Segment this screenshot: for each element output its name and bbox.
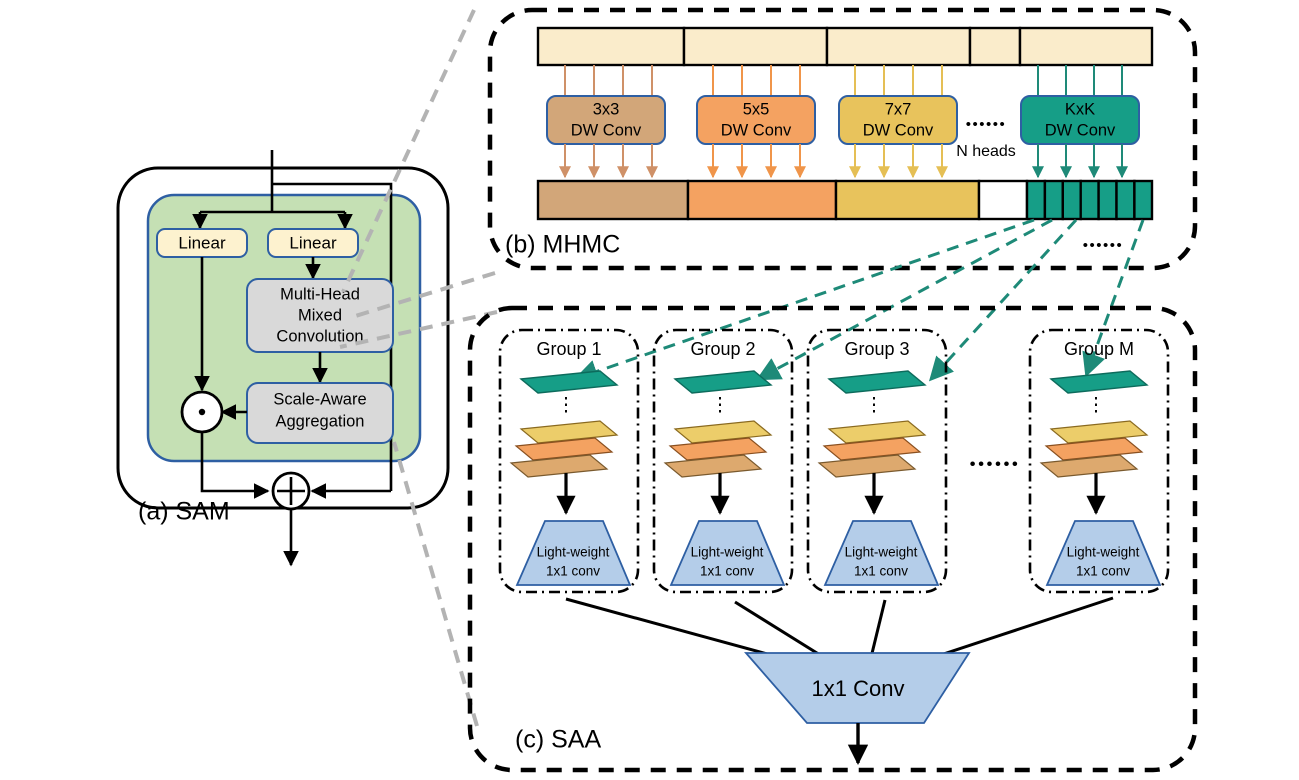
sam-saa-label-line2: Aggregation bbox=[276, 412, 365, 430]
group-2-vertical-dots: ⋮ bbox=[711, 395, 730, 416]
teal-connector-group3 bbox=[928, 218, 1078, 382]
group-2-orange-feature-map bbox=[668, 437, 768, 461]
group-2-conv-line1: Light-weight bbox=[691, 545, 764, 560]
mhmc-head-4[interactable]: KxK DW Conv bbox=[1020, 95, 1140, 145]
head-2-kernel: 5x5 bbox=[743, 100, 770, 118]
output-seg-teal-cell-2 bbox=[1043, 179, 1065, 221]
group-m-conv-line1: Light-weight bbox=[1067, 545, 1140, 560]
input-seg-5 bbox=[1018, 26, 1154, 67]
group-3-orange-feature-map bbox=[822, 437, 922, 461]
group-3-vertical-dots: ⋮ bbox=[865, 395, 884, 416]
group-m-orange-feature-map bbox=[1044, 437, 1144, 461]
group-1-conv-line2: 1x1 conv bbox=[546, 564, 600, 579]
group-3-yellow-feature-map bbox=[827, 420, 927, 444]
group-3-conv-line1: Light-weight bbox=[845, 545, 918, 560]
head-1-kernel: 3x3 bbox=[593, 100, 620, 118]
panel-c-label: (c) SAA bbox=[515, 726, 601, 754]
head-3-kernel: 7x7 bbox=[885, 100, 912, 118]
head-4-op: DW Conv bbox=[1045, 121, 1116, 139]
group-2-title: Group 2 bbox=[690, 339, 755, 359]
sam-mhmc-label-line3: Convolution bbox=[276, 327, 363, 345]
multiply-dot-icon bbox=[198, 408, 206, 416]
mhmc-head-1[interactable]: 3x3 DW Conv bbox=[546, 95, 666, 145]
group-2-tan-feature-map bbox=[663, 454, 763, 478]
mhmc-feed-lines-head2 bbox=[712, 65, 801, 97]
panel-a-label: (a) SAM bbox=[138, 498, 230, 526]
group-m-title: Group M bbox=[1064, 339, 1134, 359]
sam-saa-label-line1: Scale-Aware bbox=[273, 390, 366, 408]
saa-final-conv-label: 1x1 Conv bbox=[812, 676, 905, 701]
group-1-orange-feature-map bbox=[514, 437, 614, 461]
saa-group-1: Group 1 ⋮ Light-weight 1x1 conv bbox=[498, 328, 640, 594]
panel-b-label: (b) MHMC bbox=[505, 231, 620, 259]
input-seg-2 bbox=[682, 26, 829, 67]
output-seg-teal-cell-1 bbox=[1025, 179, 1047, 221]
mhmc-feed-lines-head1 bbox=[564, 65, 653, 97]
sam-mhmc-label-line1: Multi-Head bbox=[280, 285, 360, 303]
output-seg-orange bbox=[686, 179, 838, 221]
saa-group-3: Group 3 ⋮ Light-weight 1x1 conv bbox=[806, 328, 948, 594]
group-m-yellow-feature-map bbox=[1049, 420, 1149, 444]
mhmc-out-lines-head4 bbox=[1032, 144, 1128, 179]
mhmc-heads-ellipsis: •••••• bbox=[966, 116, 1007, 133]
saa-group-m: Group M ⋮ Light-weight 1x1 conv bbox=[1028, 328, 1170, 594]
output-seg-teal-cell-7 bbox=[1133, 179, 1154, 221]
output-seg-yellow bbox=[834, 179, 981, 221]
output-seg-empty bbox=[977, 179, 1029, 221]
group-2-yellow-feature-map bbox=[673, 420, 773, 444]
group-3-tan-feature-map bbox=[817, 454, 917, 478]
output-seg-teal-cell-3 bbox=[1061, 179, 1082, 221]
output-seg-tan bbox=[536, 179, 690, 221]
mhmc-input-bar bbox=[536, 26, 1154, 67]
output-seg-teal-cell-5 bbox=[1097, 179, 1118, 221]
group-3-conv-line2: 1x1 conv bbox=[854, 564, 908, 579]
mhmc-feed-lines-head4 bbox=[1037, 65, 1123, 97]
group-m-conv-line2: 1x1 conv bbox=[1076, 564, 1130, 579]
panel-b-mhmc: 3x3 DW Conv 5x5 DW Conv 7x7 DW Conv KxK … bbox=[487, 7, 1198, 271]
group-1-conv-line1: Light-weight bbox=[537, 545, 610, 560]
saa-group-ellipsis: •••••• bbox=[970, 454, 1021, 473]
head-3-op: DW Conv bbox=[863, 121, 934, 139]
architecture-diagram: Linear Linear Multi-Head Mixed Convoluti… bbox=[116, 7, 1198, 773]
group-2-teal-feature-map bbox=[673, 370, 773, 394]
input-seg-1 bbox=[536, 26, 686, 67]
input-seg-3 bbox=[825, 26, 972, 67]
panel-c-saa: Group 1 ⋮ Light-weight 1x1 conv Group 2 … bbox=[467, 305, 1198, 773]
head-2-op: DW Conv bbox=[721, 121, 792, 139]
saa-group-2: Group 2 ⋮ Light-weight 1x1 conv bbox=[652, 328, 794, 594]
linear-left-label: Linear bbox=[178, 233, 226, 252]
mhmc-n-heads-label: N heads bbox=[956, 143, 1016, 160]
group-m-vertical-dots: ⋮ bbox=[1087, 395, 1106, 416]
group-m-teal-feature-map bbox=[1049, 370, 1149, 394]
group-1-teal-feature-map bbox=[519, 370, 619, 394]
mhmc-out-lines-head1 bbox=[559, 144, 658, 179]
mhmc-out-lines-head3 bbox=[849, 144, 948, 179]
group-3-teal-feature-map bbox=[827, 370, 927, 394]
figure-canvas: Linear Linear Multi-Head Mixed Convoluti… bbox=[0, 0, 1299, 780]
sam-mhmc-label-line2: Mixed bbox=[298, 306, 342, 324]
group-1-title: Group 1 bbox=[536, 339, 601, 359]
output-seg-teal-cell-6 bbox=[1115, 179, 1136, 221]
group-m-tan-feature-map bbox=[1039, 454, 1139, 478]
group-1-vertical-dots: ⋮ bbox=[557, 395, 576, 416]
head-4-kernel: KxK bbox=[1065, 100, 1095, 118]
linear-right-label: Linear bbox=[289, 233, 337, 252]
input-seg-4 bbox=[968, 26, 1022, 67]
mhmc-feed-lines-head3 bbox=[854, 65, 943, 97]
group-1-tan-feature-map bbox=[509, 454, 609, 478]
mhmc-bottom-ellipsis: •••••• bbox=[1083, 237, 1124, 254]
head-1-op: DW Conv bbox=[571, 121, 642, 139]
mhmc-output-bar bbox=[536, 179, 1154, 221]
mhmc-head-2[interactable]: 5x5 DW Conv bbox=[696, 95, 816, 145]
group-3-title: Group 3 bbox=[844, 339, 909, 359]
group-1-yellow-feature-map bbox=[519, 420, 619, 444]
group-2-conv-line2: 1x1 conv bbox=[700, 564, 754, 579]
mhmc-head-3[interactable]: 7x7 DW Conv bbox=[838, 95, 958, 145]
panel-a-sam: Linear Linear Multi-Head Mixed Convoluti… bbox=[116, 150, 450, 567]
output-seg-teal-cell-4 bbox=[1079, 179, 1100, 221]
mhmc-out-lines-head2 bbox=[707, 144, 806, 179]
